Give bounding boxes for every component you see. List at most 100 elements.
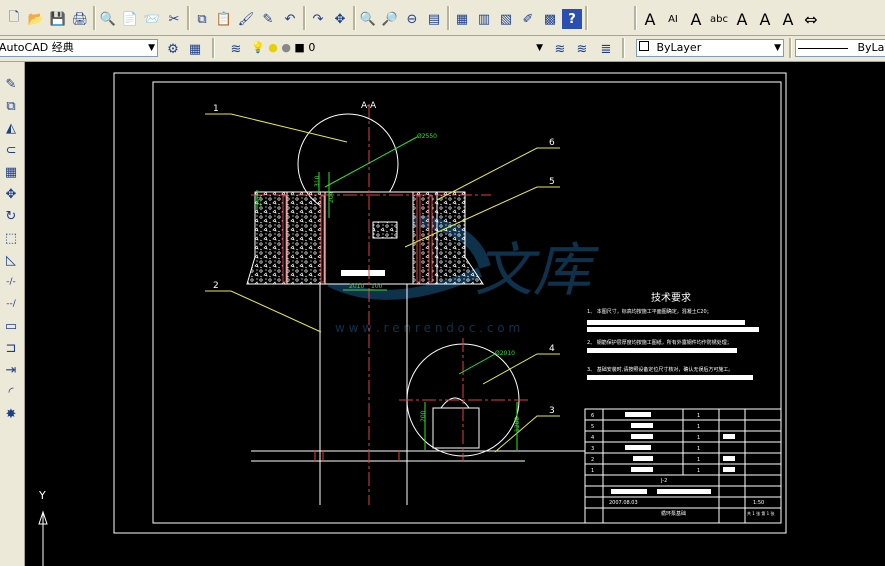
pan-icon[interactable]: ✥ <box>330 9 350 29</box>
dim-100: 100 <box>371 283 383 290</box>
design-center-icon[interactable]: ▦ <box>452 9 472 29</box>
tb-row-1: 1 <box>591 468 594 474</box>
callout-6: 6 <box>549 138 555 148</box>
spell-check-icon[interactable]: abc <box>709 9 729 29</box>
callout-3: 3 <box>549 406 555 416</box>
etransmit-icon[interactable]: 📨 <box>142 9 162 29</box>
fillet-icon[interactable]: ◜ <box>1 382 21 402</box>
ucs-icon <box>38 510 48 566</box>
tool-palettes-icon[interactable]: ▥ <box>474 9 494 29</box>
line-icon[interactable]: ✎ <box>1 74 21 94</box>
break-icon[interactable]: ▭ <box>1 316 21 336</box>
chevron-down-icon: ▼ <box>536 43 543 53</box>
array-icon[interactable]: ▦ <box>1 162 21 182</box>
layer-dropdown[interactable]: 💡 ● ● ■ 0 ▼ <box>248 39 546 57</box>
watermark-site: w w w . r e n r e n d o c . c o m <box>335 321 520 335</box>
copy-icon[interactable]: ⧉ <box>192 9 212 29</box>
chamfer-icon[interactable]: ⇥ <box>1 360 21 380</box>
callout-4: 4 <box>549 344 555 354</box>
copy-icon[interactable]: ⧉ <box>1 96 21 116</box>
sheetset-icon[interactable]: ▧ <box>496 9 516 29</box>
zoom-realtime-icon[interactable]: 🔍 <box>358 9 378 29</box>
tech-line-1: 1、 本图尺寸，标高均按施工平面图确定，混凝土C20； <box>587 308 712 315</box>
tb-qty-1: 1 <box>697 468 700 474</box>
zoom-window-icon[interactable]: 🔎 <box>380 9 400 29</box>
print-icon[interactable]: 🖨 <box>70 9 90 29</box>
extend-icon[interactable]: --/ <box>1 294 21 314</box>
chevron-down-icon: ▼ <box>774 43 781 53</box>
cut-icon[interactable]: ✂ <box>164 9 184 29</box>
help-icon[interactable]: ? <box>562 9 582 29</box>
tb-scale: 1:50 <box>753 500 764 506</box>
zoom-previous-icon[interactable]: ⊖ <box>402 9 422 29</box>
dim-250: 250 <box>256 194 263 206</box>
drawing-canvas[interactable]: 文库 w w w . r e n r e n d o c . c o m A-A <box>25 62 885 566</box>
make-current-layer-icon[interactable]: ≋ <box>550 39 570 59</box>
color-swatch-icon <box>639 41 649 51</box>
rotate-icon[interactable]: ↻ <box>1 206 21 226</box>
foundation-block <box>246 191 484 285</box>
scale-text-icon[interactable]: A <box>755 9 775 29</box>
tech-title: 技术要求 <box>651 291 691 304</box>
workspace-settings-icon[interactable]: ⚙ <box>163 39 183 59</box>
color-dropdown[interactable]: ByLayer ▼ <box>636 39 784 57</box>
linetype-dropdown[interactable]: ByLa <box>795 39 885 57</box>
tb-sheet: 共 1 张 第 1 张 <box>747 510 774 516</box>
dim-dia-bottom: Ø2010 <box>495 350 515 357</box>
tb-row-4: 4 <box>591 435 594 441</box>
layer-previous-icon[interactable]: ≋ <box>572 39 592 59</box>
tb-row-6: 6 <box>591 413 594 419</box>
tb-row-2: 2 <box>591 457 594 463</box>
tb-row-5: 5 <box>591 424 594 430</box>
blockedit-icon[interactable]: ✎ <box>258 9 278 29</box>
matchprop-icon[interactable]: 🖌 <box>236 9 256 29</box>
dim-200: 200 <box>420 410 427 422</box>
stretch-icon[interactable]: ◺ <box>1 250 21 270</box>
dim-204: 204 <box>328 191 335 203</box>
open-icon[interactable]: 📂 <box>26 9 46 29</box>
trim-icon[interactable]: -/- <box>1 272 21 292</box>
my-workspace-icon[interactable]: ▦ <box>185 39 205 59</box>
layer-lock-icon: ● <box>281 41 291 54</box>
multiline-text-icon[interactable]: A <box>640 9 660 29</box>
redo-icon[interactable]: ↷ <box>308 9 328 29</box>
find-text-icon[interactable]: A <box>732 9 752 29</box>
linetype-value: ByLa <box>857 41 885 54</box>
justify-text-icon[interactable]: A <box>778 9 798 29</box>
paste-icon[interactable]: 📋 <box>214 9 234 29</box>
dim-310: 310 <box>314 175 321 187</box>
layer-states-icon[interactable]: ≣ <box>596 39 616 59</box>
plot-preview-icon[interactable]: 🔍 <box>98 9 118 29</box>
properties-icon[interactable]: ▤ <box>424 9 444 29</box>
markup-icon[interactable]: ✐ <box>518 9 538 29</box>
watermark-brand: 文库 <box>475 236 599 304</box>
publish-icon[interactable]: 📄 <box>120 9 140 29</box>
drawing-svg[interactable]: 文库 w w w . r e n r e n d o c . c o m A-A <box>25 62 885 566</box>
tech-line-2: 2、 钢筋保护层厚度均按施工图纸，所有外露钢件均作防锈处理； <box>587 339 732 346</box>
tb-date: 2007.08.03 <box>609 500 638 506</box>
tb-qty-3: 1 <box>697 446 700 452</box>
workspace-dropdown[interactable]: AutoCAD 经典 ▼ <box>0 39 158 57</box>
scale-icon[interactable]: ⬚ <box>1 228 21 248</box>
convert-distance-icon[interactable]: ⇔ <box>801 9 821 29</box>
move-icon[interactable]: ✥ <box>1 184 21 204</box>
edit-text-icon[interactable]: A <box>686 9 706 29</box>
dim-1200: 1200 <box>514 417 521 432</box>
layer-manager-icon[interactable]: ≋ <box>226 39 246 59</box>
offset-icon[interactable]: ⊂ <box>1 140 21 160</box>
new-icon[interactable]: 🗋 <box>4 9 24 29</box>
join-icon[interactable]: ⊐ <box>1 338 21 358</box>
text-style-icon[interactable]: AI <box>663 9 683 29</box>
layer-on-icon: 💡 <box>251 41 265 54</box>
tech-line-3: 3、 基础安装时,请按照设备定位尺寸核对，确认无误后方可施工。 <box>587 366 733 373</box>
tb-qty-4: 1 <box>697 435 700 441</box>
undo-icon[interactable]: ↶ <box>280 9 300 29</box>
mirror-icon[interactable]: ◭ <box>1 118 21 138</box>
explode-icon[interactable]: ✸ <box>1 404 21 424</box>
save-icon[interactable]: 💾 <box>48 9 68 29</box>
calculator-icon[interactable]: ▩ <box>540 9 560 29</box>
color-value: ByLayer <box>656 41 702 54</box>
ucs-y-label: Y <box>38 489 46 502</box>
layer-freeze-icon: ● <box>268 41 278 54</box>
dim-2010: 2010 <box>349 283 364 290</box>
